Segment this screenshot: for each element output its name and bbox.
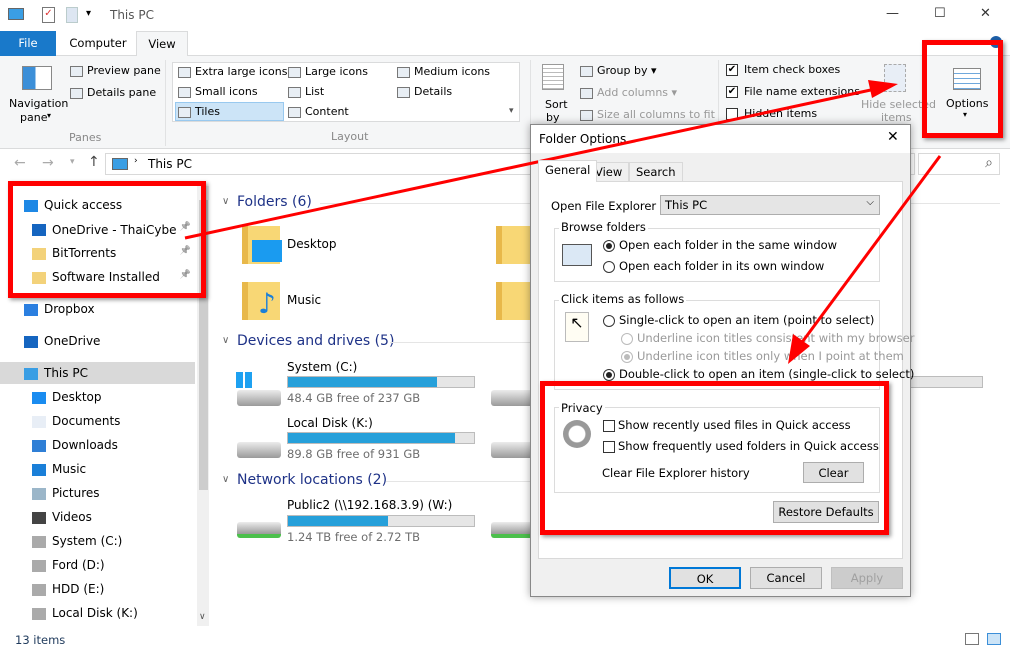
annotation-arrows — [184, 80, 942, 364]
annotation-arrow-line — [184, 86, 881, 240]
annotation-arrow-line — [798, 155, 942, 346]
dialog-tab-general[interactable]: General — [538, 160, 598, 182]
annotation-arrowhead — [868, 80, 898, 98]
annotation-arrowhead — [788, 334, 810, 364]
